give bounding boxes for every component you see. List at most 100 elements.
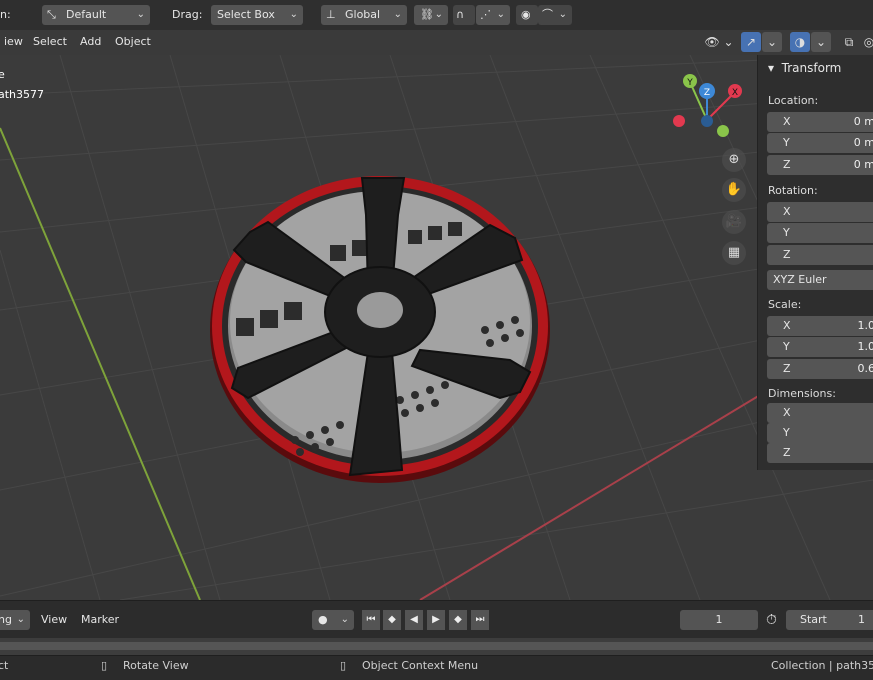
snap-target-dropdown[interactable]: ⋰ ⌄ [476, 5, 510, 25]
field-value: 1.0 [858, 337, 873, 357]
start-value: 1 [858, 610, 865, 630]
axis-label: Z [783, 362, 791, 375]
chevron-down-icon: ⌄ [497, 5, 505, 25]
drag-value: Select Box [217, 8, 275, 21]
shading-wireframe-button[interactable]: ◎ [862, 32, 873, 52]
overlay-icon: ◑ [795, 35, 805, 49]
rotation-z-field[interactable]: Z [767, 245, 873, 265]
falloff-curve-icon: ⌒ [542, 8, 553, 21]
location-y-field[interactable]: Y 0 m [767, 133, 873, 153]
3d-viewport[interactable]: Y X Z e ath3577 [0, 55, 873, 600]
axis-label: Y [783, 226, 790, 239]
rotation-x-field[interactable]: X [767, 202, 873, 222]
keying-dropdown[interactable]: ●⌄ [312, 610, 354, 630]
panel-title: Transform [782, 61, 842, 75]
start-frame-field[interactable]: Start1 [786, 610, 873, 630]
drag-label: Drag: [172, 5, 202, 25]
orientation-dropdown[interactable]: ⤡ Default ⌄ [42, 5, 150, 25]
camera-icon: 🎥 [726, 214, 742, 229]
overlay-dropdown[interactable]: ⌄ [811, 32, 831, 52]
play-icon: ▶ [432, 614, 440, 625]
xray-toggle[interactable]: ⧉ [839, 32, 859, 52]
wireframe-icon: ◎ [864, 35, 873, 49]
playback-mode-value: ng [0, 613, 12, 626]
chevron-down-icon: ⌄ [559, 5, 567, 25]
next-keyframe-icon: ◆ [454, 614, 462, 625]
jump-start-button[interactable]: ⏮ [362, 610, 380, 630]
zoom-button[interactable]: ⊕ [722, 148, 746, 172]
viewport-scene: Y X Z [0, 55, 873, 600]
status-collection-info: Collection | path357 [771, 658, 873, 674]
mouse-right-icon: ▯ [340, 658, 346, 674]
snap-toggle[interactable]: ∩ [453, 5, 475, 25]
rotation-y-field[interactable]: Y [767, 223, 873, 243]
timeline-track [0, 642, 873, 650]
menu-object[interactable]: Object [108, 32, 158, 52]
axis-label: X [783, 115, 791, 128]
rotation-mode-value: XYZ Euler [773, 273, 827, 286]
axis-label: Z [783, 158, 791, 171]
prev-keyframe-button[interactable]: ◆ [383, 610, 401, 630]
scale-label: Scale: [768, 298, 801, 311]
status-context-menu: Object Context Menu [362, 658, 478, 674]
menu-add[interactable]: Add [73, 32, 108, 52]
current-frame-value: 1 [716, 613, 723, 626]
orientation-icon: ⤡ [47, 5, 56, 25]
menu-timeline-view[interactable]: View [34, 610, 74, 630]
play-button[interactable]: ▶ [427, 610, 445, 630]
gizmo-dropdown[interactable]: ⌄ [762, 32, 782, 52]
menu-marker[interactable]: Marker [74, 610, 126, 630]
pivot-dropdown[interactable]: ⛓ ⌄ [414, 5, 448, 25]
prev-keyframe-icon: ◆ [388, 614, 396, 625]
chevron-down-icon: ⌄ [341, 610, 349, 630]
transform-orientation-dropdown[interactable]: ⊥ Global ⌄ [321, 5, 407, 25]
overlay-toggle[interactable]: ◑ [790, 32, 810, 52]
axis-label: X [783, 319, 791, 332]
jump-end-button[interactable]: ⏭ [471, 610, 489, 630]
next-keyframe-button[interactable]: ◆ [449, 610, 467, 630]
scale-y-field[interactable]: Y 1.0 [767, 337, 873, 357]
reel-object[interactable] [210, 176, 550, 483]
location-label: Location: [768, 94, 818, 107]
proportional-edit-toggle[interactable]: ◉ [516, 5, 538, 25]
record-icon: ● [318, 613, 328, 626]
axis-label: X [783, 406, 791, 419]
dimensions-y-field[interactable]: Y [767, 423, 873, 443]
dimensions-z-field[interactable]: Z [767, 443, 873, 463]
play-reverse-icon: ◀ [410, 614, 418, 625]
gizmo-x-label: X [732, 88, 738, 98]
visibility-dropdown[interactable]: 👁 ⌄ [703, 32, 735, 52]
drag-dropdown[interactable]: Select Box ⌄ [211, 5, 303, 25]
location-z-field[interactable]: Z0 m [767, 155, 873, 175]
mouse-middle-icon: ▯ [101, 658, 107, 674]
chevron-down-icon: ⌄ [435, 5, 443, 25]
falloff-dropdown[interactable]: ⌒ ⌄ [538, 5, 572, 25]
status-left-text: ct [0, 658, 8, 674]
playback-mode-dropdown[interactable]: ng⌄ [0, 610, 30, 630]
field-value: 0 m [854, 133, 873, 153]
location-x-field[interactable]: X 0 m [767, 112, 873, 132]
chevron-down-icon: ⌄ [394, 5, 402, 25]
rotation-mode-dropdown[interactable]: XYZ Euler [767, 270, 873, 290]
pivot-icon: ⛓ [420, 8, 434, 21]
scale-z-field[interactable]: Z0.6 [767, 359, 873, 379]
pan-button[interactable]: ✋ [722, 178, 746, 202]
axis-label: Y [783, 340, 790, 353]
gizmo-z-label: Z [704, 88, 710, 98]
play-reverse-button[interactable]: ◀ [405, 610, 423, 630]
chevron-down-icon: ⌄ [290, 5, 298, 25]
menu-select[interactable]: Select [26, 32, 74, 52]
gizmo-toggle[interactable]: ↗ [741, 32, 761, 52]
transform-panel-header[interactable]: ▾ Transform [768, 61, 841, 75]
field-value: 0 m [854, 112, 873, 132]
axis-label: Z [783, 446, 791, 459]
camera-view-button[interactable]: 🎥 [722, 210, 746, 234]
timeline-scrub-area[interactable] [0, 638, 873, 655]
scale-x-field[interactable]: X1.0 [767, 316, 873, 336]
axis-label: Z [783, 248, 791, 261]
axis-label: Y [783, 136, 790, 149]
grid-icon: ▦ [728, 245, 740, 260]
ortho-toggle-button[interactable]: ▦ [722, 241, 746, 265]
current-frame-field[interactable]: 1 [680, 610, 758, 630]
dimensions-x-field[interactable]: X [767, 403, 873, 423]
